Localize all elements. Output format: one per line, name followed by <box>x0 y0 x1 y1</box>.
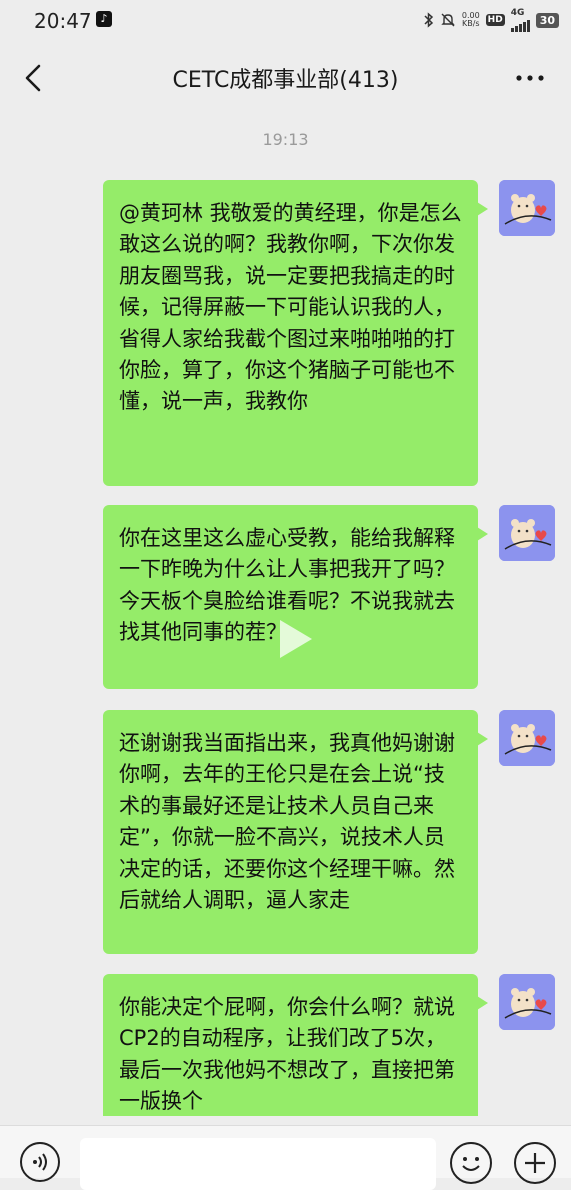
message-bubble[interactable]: 还谢谢我当面指出来，我真他妈谢谢你啊，去年的王伦只是在会上说“技术的事最好还是让… <box>103 710 488 954</box>
status-icons: 0.00 KB/s HD 4G 30 <box>424 7 559 32</box>
status-time: 20:47 <box>34 9 92 33</box>
hd-badge: HD <box>485 14 505 26</box>
message-item: 还谢谢我当面指出来，我真他妈谢谢你啊，去年的王伦只是在会上说“技术的事最好还是让… <box>103 710 488 954</box>
message-timestamp: 19:13 <box>262 130 309 149</box>
net-speed-unit: KB/s <box>461 19 480 28</box>
message-input[interactable] <box>80 1138 436 1190</box>
battery-icon: 30 <box>535 12 559 28</box>
user-avatar[interactable] <box>499 974 555 1030</box>
voice-icon <box>33 1153 47 1171</box>
message-item: 你能决定个屁啊，你会什么啊？就说CP2的自动程序，让我们改了5次，最后一次我他妈… <box>103 974 488 1116</box>
bluetooth-icon <box>424 12 433 28</box>
message-bubble[interactable]: 你能决定个屁啊，你会什么啊？就说CP2的自动程序，让我们改了5次，最后一次我他妈… <box>103 974 488 1116</box>
emoji-icon <box>462 1157 480 1171</box>
emoji-button[interactable] <box>450 1142 492 1184</box>
chat-header: CETC成都事业部(413) <box>0 40 571 116</box>
message-bubble[interactable]: @黄珂林 我敬爱的黄经理，你是怎么敢这么说的啊？我教你啊，下次你发朋友圈骂我，说… <box>103 180 488 486</box>
user-avatar[interactable] <box>499 180 555 236</box>
mute-icon <box>441 13 455 27</box>
bear-avatar-icon <box>499 180 555 236</box>
input-bar <box>0 1125 571 1190</box>
more-options-icon[interactable] <box>515 66 545 90</box>
plus-icon <box>525 1153 545 1173</box>
message-item: @黄珂林 我敬爱的黄经理，你是怎么敢这么说的啊？我教你啊，下次你发朋友圈骂我，说… <box>103 180 488 486</box>
net-speed: 0.00 KB/s <box>462 12 480 28</box>
chat-title: CETC成都事业部(413) <box>172 68 399 93</box>
bear-avatar-icon <box>499 974 555 1030</box>
tiktok-notification-icon: ♪ <box>96 11 112 27</box>
network-type: 4G <box>510 7 525 18</box>
user-avatar[interactable] <box>499 505 555 561</box>
video-play-icon[interactable] <box>270 614 320 664</box>
more-functions-button[interactable] <box>514 1142 556 1184</box>
network-indicator: 4G <box>510 7 530 32</box>
bear-avatar-icon <box>499 505 555 561</box>
user-avatar[interactable] <box>499 710 555 766</box>
signal-icon <box>510 18 530 32</box>
bear-avatar-icon <box>499 710 555 766</box>
status-bar: 20:47 ♪ 0.00 KB/s HD 4G 30 <box>0 0 571 40</box>
voice-input-button[interactable] <box>20 1142 60 1182</box>
